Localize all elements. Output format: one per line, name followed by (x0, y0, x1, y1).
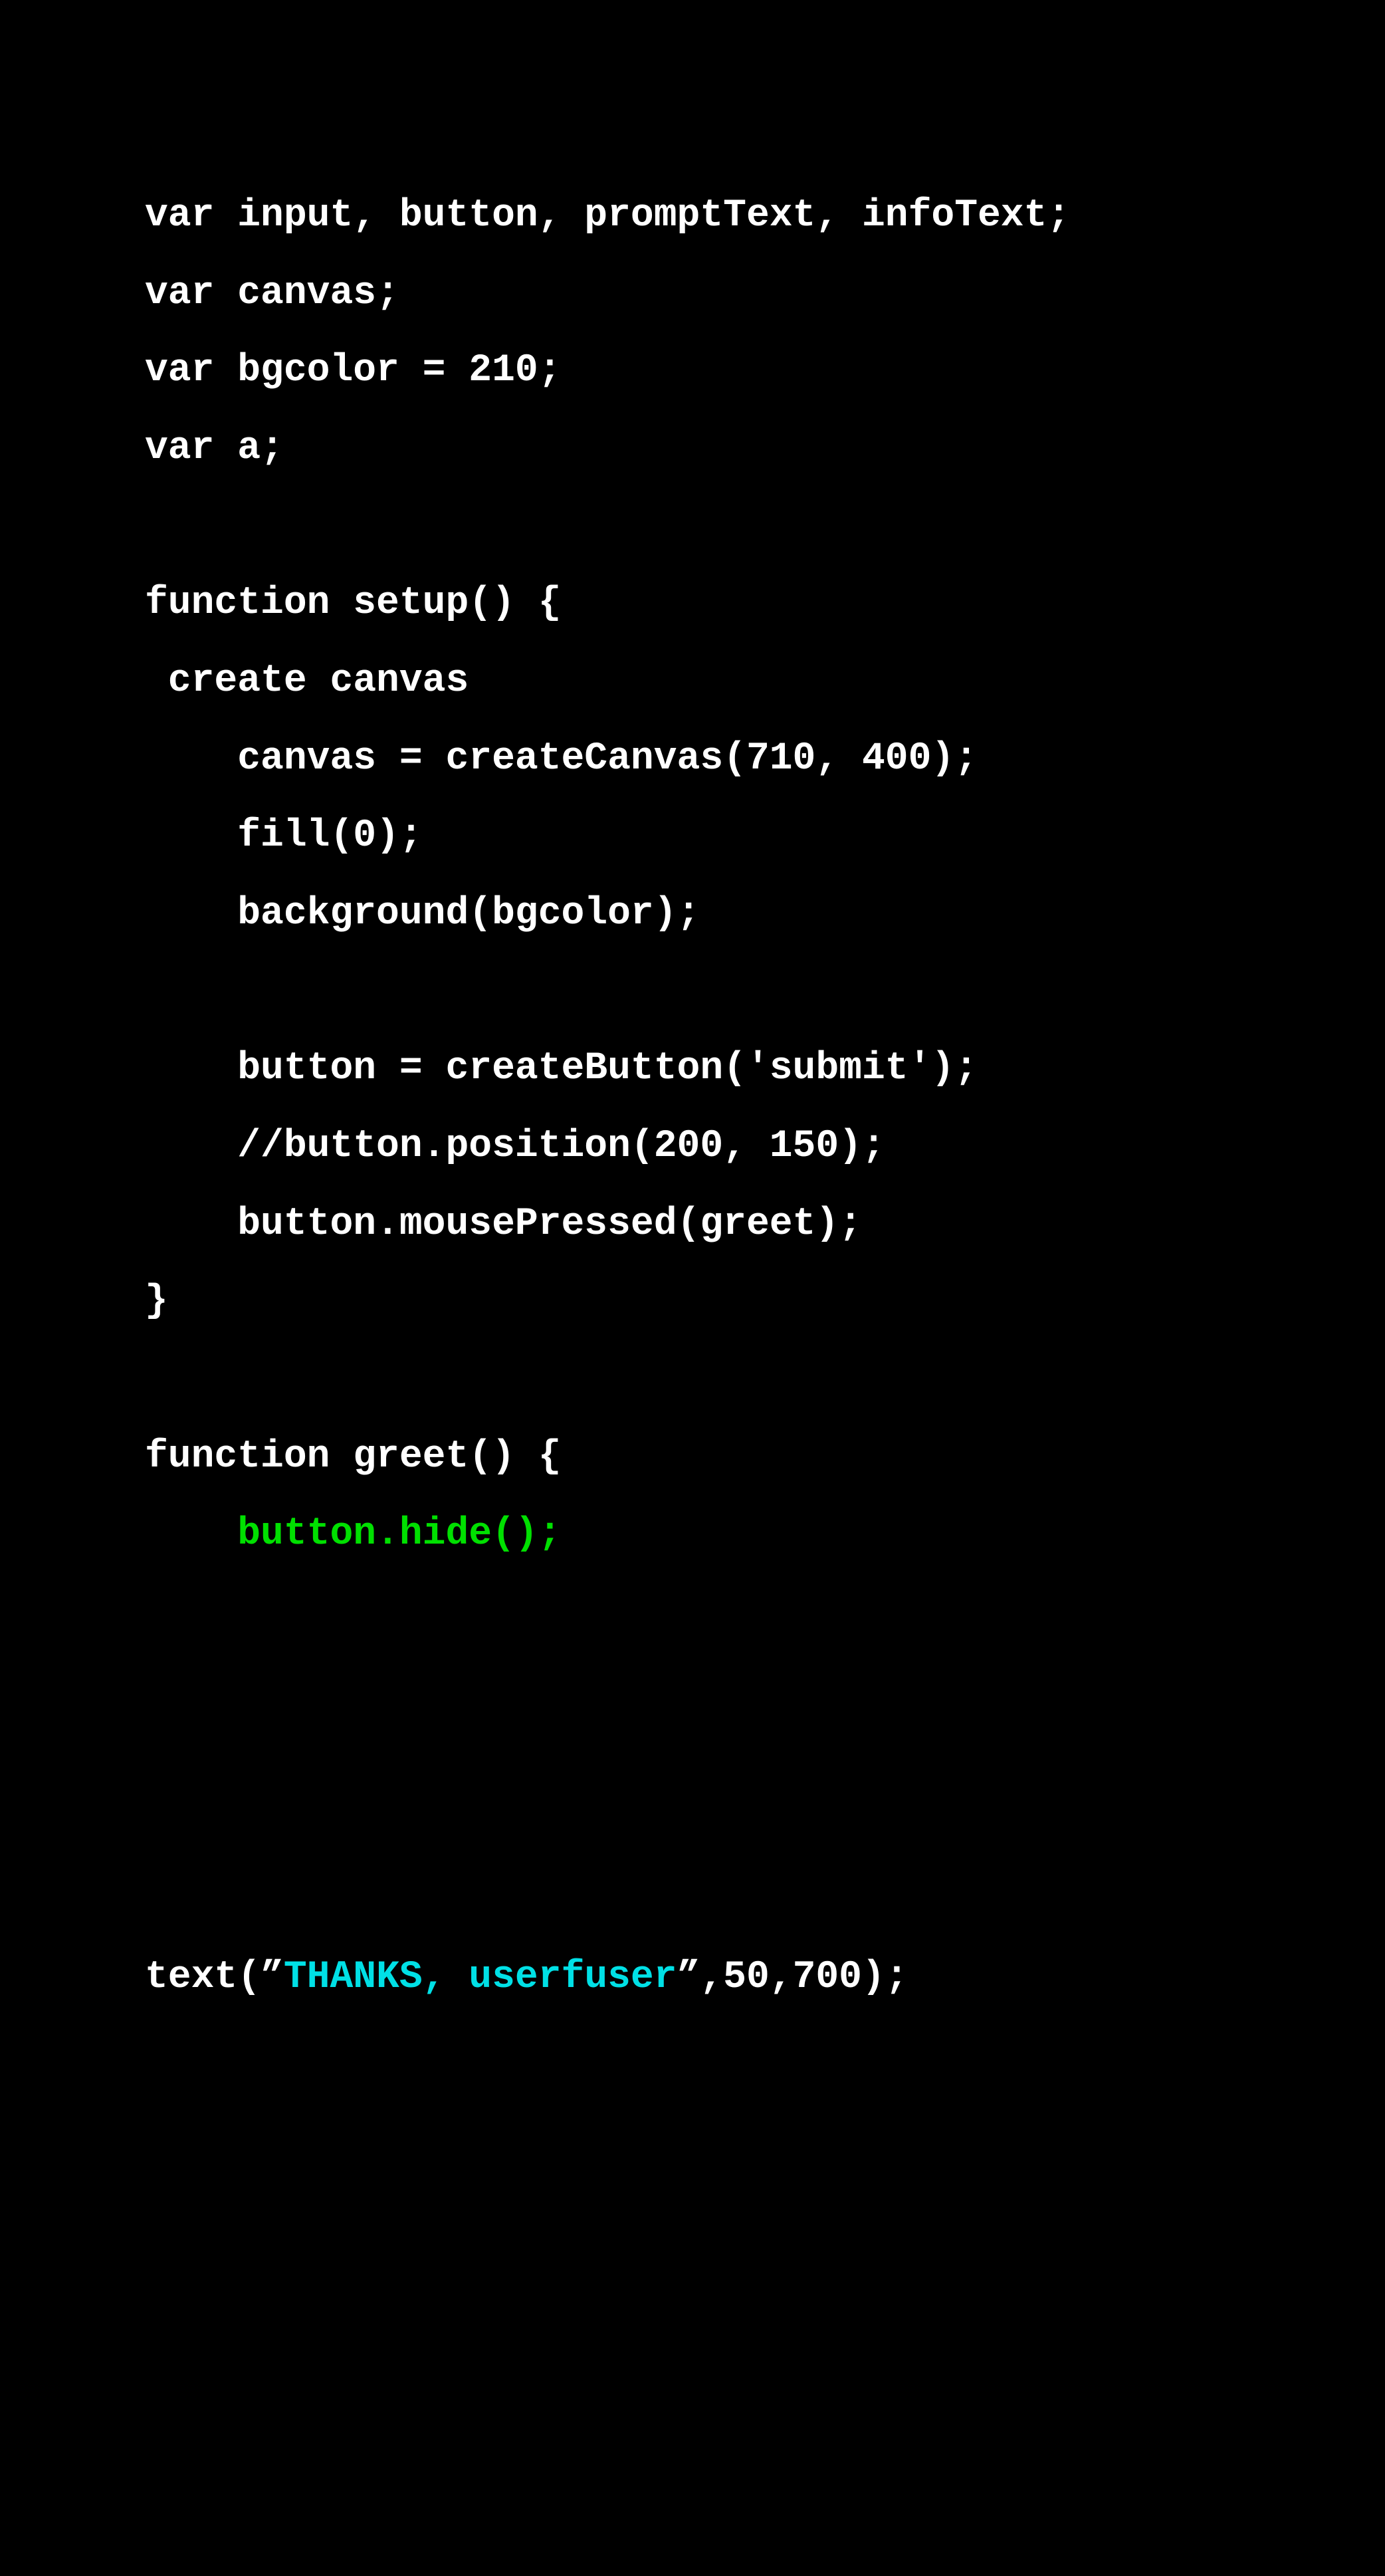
code-line-highlighted: button.hide(); (145, 1512, 562, 1556)
code-line: create canvas (145, 659, 469, 703)
code-line: var input, button, promptText, infoText; (145, 194, 1071, 237)
code-line: var bgcolor = 210; (145, 349, 562, 392)
code-line: button = createButton('submit'); (145, 1047, 978, 1090)
code-line: canvas = createCanvas(710, 400); (145, 737, 978, 780)
text-call-suffix: ”,50,700); (677, 1956, 908, 1999)
code-line-text-call: text(”THANKS, userfuser”,50,700); (145, 1951, 908, 2004)
code-line: button.mousePressed(greet); (145, 1203, 862, 1246)
code-line: } (145, 1280, 168, 1323)
code-editor: var input, button, promptText, infoText;… (0, 0, 1385, 2576)
code-line: //button.position(200, 150); (145, 1125, 885, 1168)
code-line: var canvas; (145, 272, 399, 315)
code-line: background(bgcolor); (145, 892, 700, 935)
text-call-prefix: text(” (145, 1956, 284, 1999)
code-line: function setup() { (145, 582, 562, 625)
code-line: function greet() { (145, 1435, 562, 1478)
code-line: var a; (145, 427, 284, 470)
text-call-string: THANKS, userfuser (283, 1956, 677, 1999)
code-line: fill(0); (145, 814, 423, 858)
